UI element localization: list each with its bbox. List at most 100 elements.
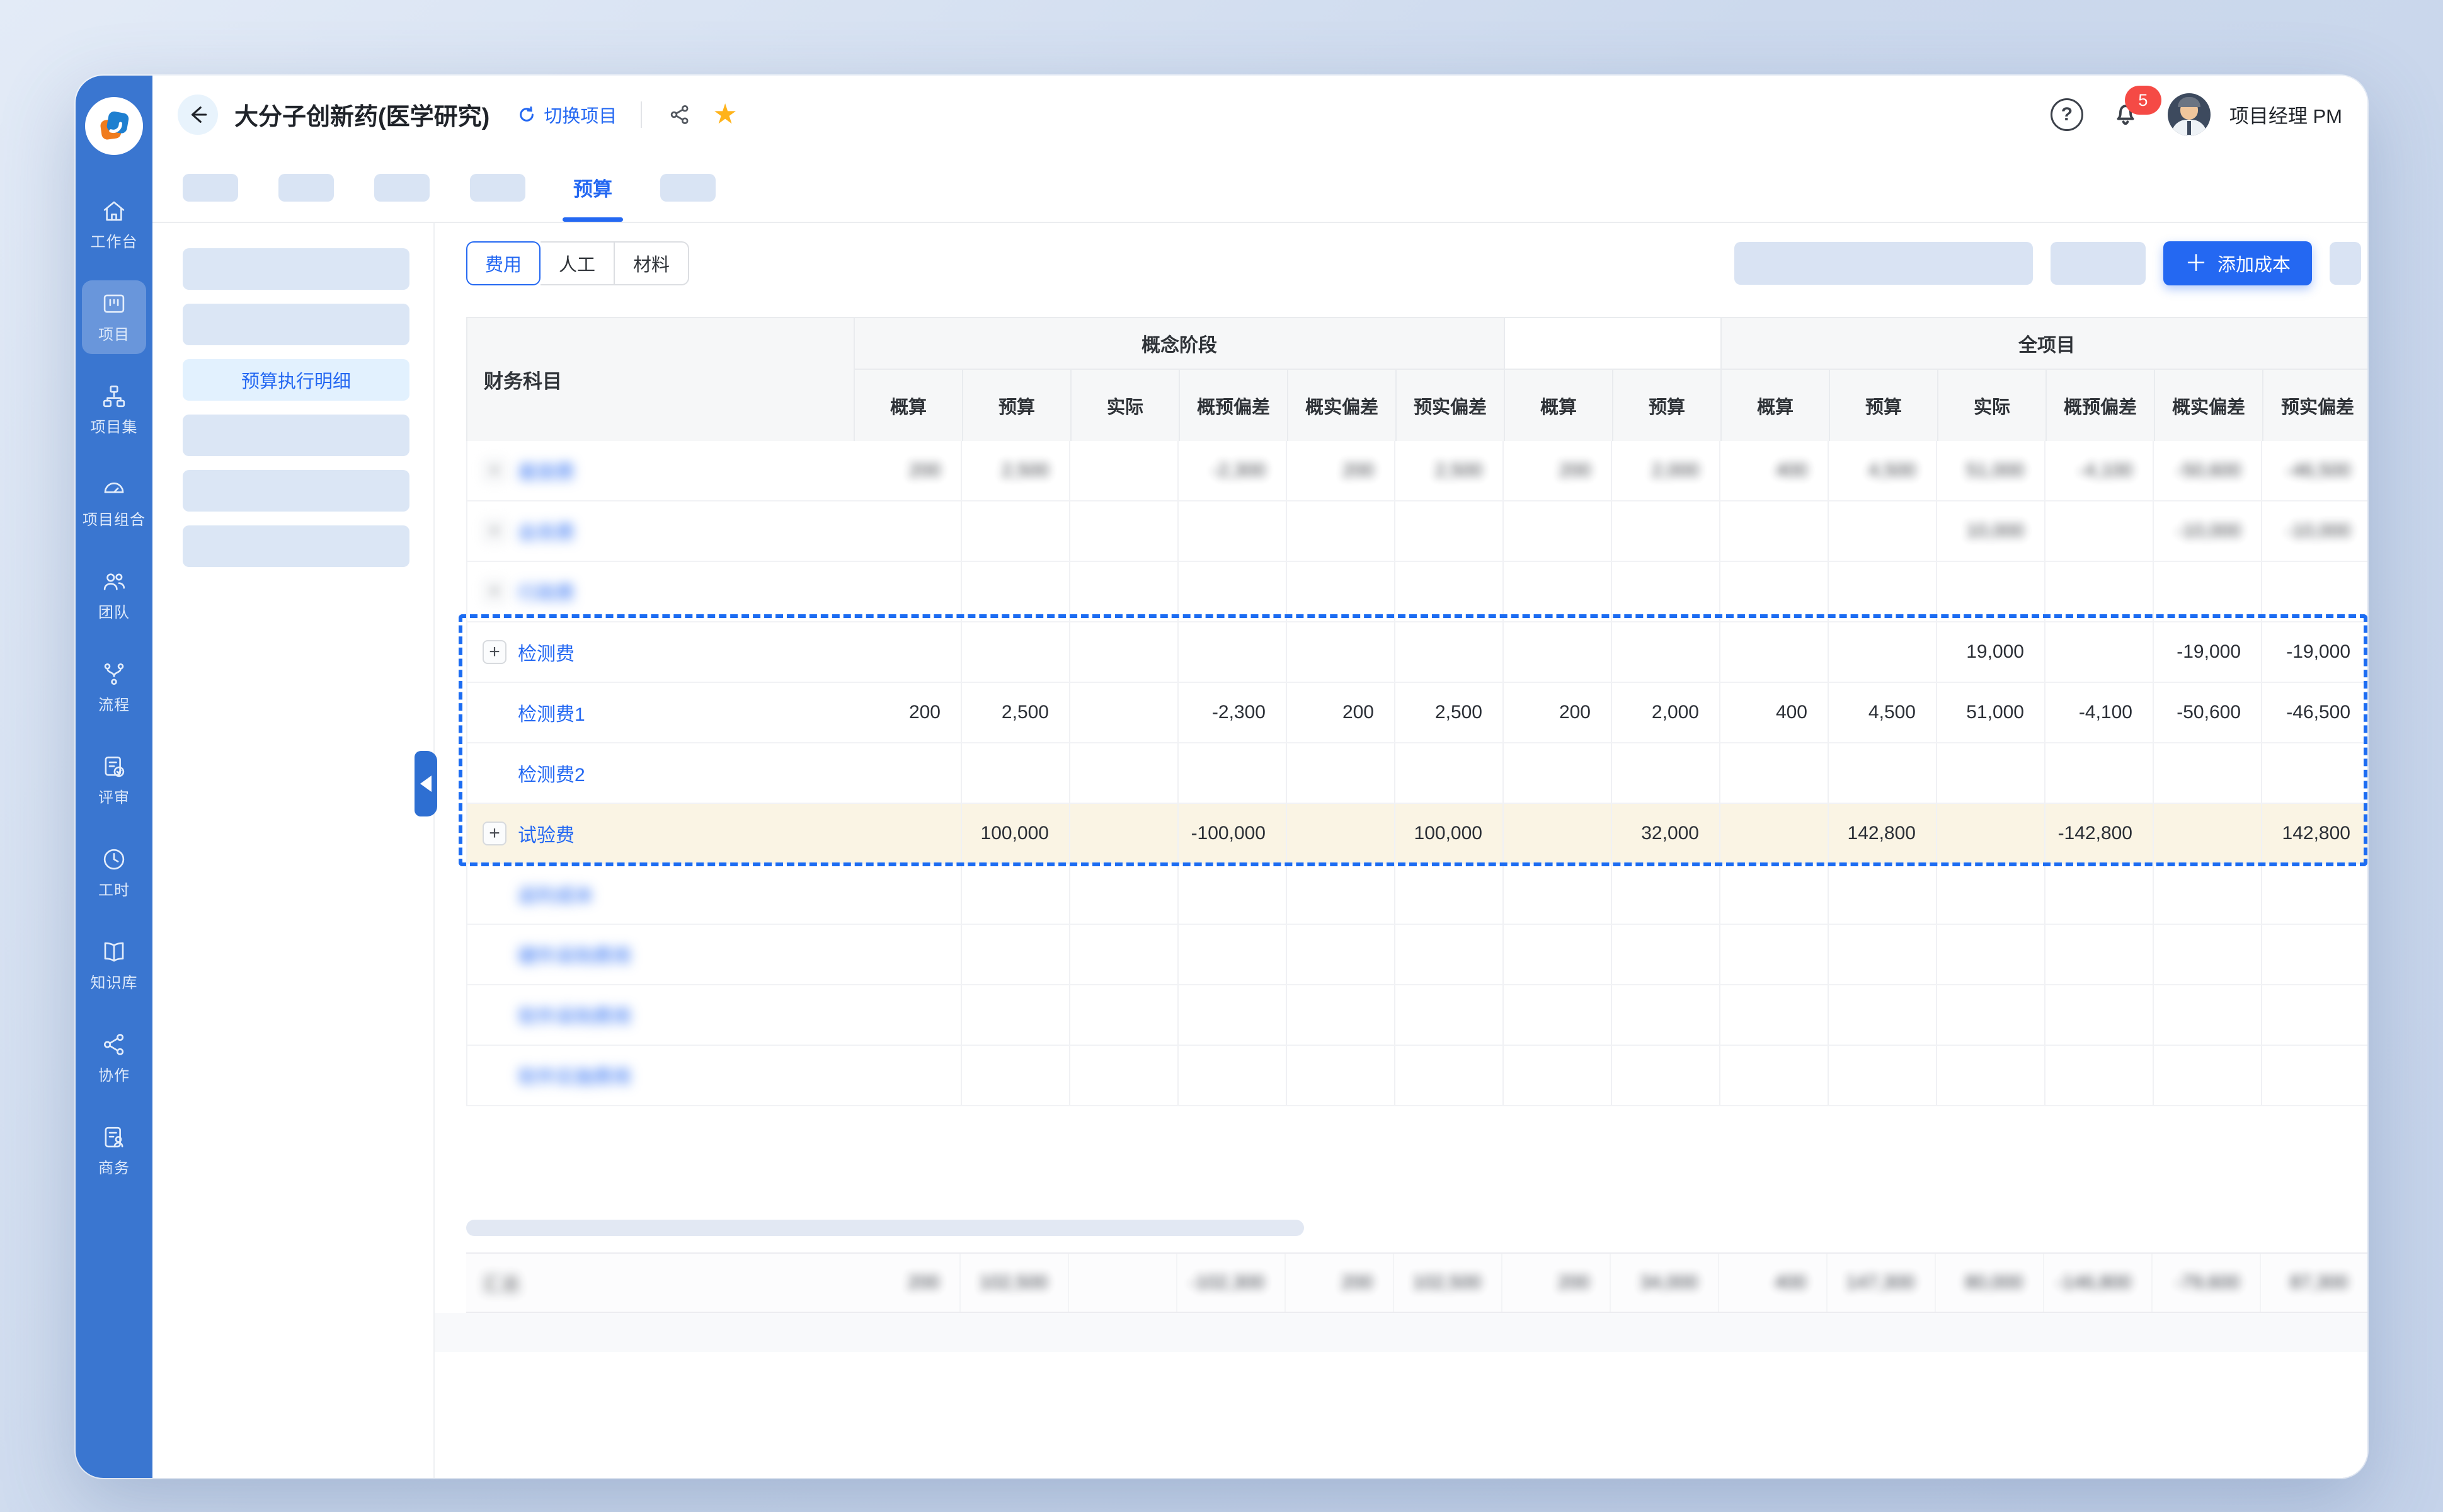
finance-subject-link[interactable]: 软件实施费用: [518, 1062, 631, 1089]
nav-tab-placeholder-2[interactable]: [374, 174, 430, 202]
table-cell: [2262, 925, 2367, 984]
panel-item-placeholder-1[interactable]: [183, 304, 409, 345]
sidebar-item-团队[interactable]: 团队: [82, 558, 146, 632]
finance-subject-link[interactable]: 会务费: [518, 517, 575, 545]
table-cell: [2045, 622, 2154, 682]
table-cell: [1720, 985, 1829, 1045]
sidebar-item-项目[interactable]: 项目: [82, 280, 146, 354]
table-cell: [962, 622, 1070, 682]
footer-strip: [435, 1313, 2367, 1352]
switch-project-button[interactable]: 切换项目: [517, 101, 617, 128]
finance-subject-link[interactable]: 检测费: [518, 638, 575, 666]
nav-tab-placeholder-0[interactable]: [183, 174, 238, 202]
table-cell: [1287, 622, 1395, 682]
notifications-bell-icon[interactable]: 5: [2111, 98, 2140, 130]
nav-tab-placeholder-3[interactable]: [470, 174, 525, 202]
share-icon[interactable]: [666, 101, 694, 129]
search-input-placeholder[interactable]: [1734, 242, 2033, 285]
favorite-star-icon[interactable]: ★: [712, 101, 737, 129]
user-avatar[interactable]: [2168, 93, 2211, 136]
sidebar-item-工作台[interactable]: 工作台: [82, 188, 146, 261]
horizontal-scrollbar[interactable]: [466, 1220, 1304, 1236]
header-group-概念阶段: 概念阶段: [855, 318, 1505, 369]
sidebar-item-商务[interactable]: 商务: [82, 1114, 146, 1188]
finance-subject-link[interactable]: 硬件采购费用: [518, 941, 631, 968]
collapse-panel-handle[interactable]: [415, 751, 437, 816]
table-cell: [2262, 985, 2367, 1045]
finance-subject-link[interactable]: 试验费: [518, 820, 575, 847]
table-cell: 19,000: [1937, 622, 2045, 682]
row-label-cell: 软件实施费用: [467, 1046, 854, 1105]
sidebar: 工作台项目项目集项目组合团队流程评审工时知识库协作商务: [76, 76, 152, 1478]
filter-control-placeholder[interactable]: [2051, 242, 2146, 285]
add-cost-button[interactable]: ＋ 添加成本: [2163, 241, 2312, 285]
sidebar-item-工时[interactable]: 工时: [82, 836, 146, 910]
table-cell: [1612, 501, 1720, 561]
user-name[interactable]: 项目经理 PM: [2229, 100, 2342, 129]
sidebar-item-label: 流程: [98, 692, 130, 714]
project-nav-tabs: 预算: [152, 153, 2367, 223]
table-cell: [1937, 1046, 2045, 1105]
panel-item-placeholder-4[interactable]: [183, 470, 409, 512]
table-cell: 10,000: [1937, 501, 2045, 561]
panel-item-placeholder-3[interactable]: [183, 415, 409, 456]
table-cell: [2154, 864, 2262, 924]
finance-subject-link[interactable]: 差旅费: [518, 457, 575, 484]
expand-row-button[interactable]: +: [483, 580, 506, 604]
table-cell: [1070, 925, 1179, 984]
sidebar-item-知识库[interactable]: 知识库: [82, 929, 146, 1002]
sidebar-item-label: 商务: [98, 1155, 130, 1177]
sidebar-item-label: 协作: [98, 1063, 130, 1085]
business-icon: [101, 1124, 127, 1150]
help-icon[interactable]: ?: [2051, 98, 2083, 131]
table-cell: -100,000: [1179, 804, 1287, 863]
nav-tab-placeholder-5[interactable]: [660, 174, 716, 202]
finance-subject-link[interactable]: 行政费: [518, 578, 575, 605]
expand-row-button[interactable]: +: [483, 640, 506, 664]
table-body: +差旅费2002,500-2,3002002,5002002,0004004,5…: [466, 441, 2367, 1106]
table-cell: [1070, 501, 1179, 561]
summary-cell: 400: [1719, 1254, 1828, 1312]
sidebar-item-label: 评审: [98, 785, 130, 807]
summary-cell: 102,500: [1394, 1254, 1502, 1312]
cost-tab-人工[interactable]: 人工: [541, 241, 615, 285]
finance-subject-link[interactable]: 返利成本: [518, 880, 593, 908]
nav-tab-budget[interactable]: 预算: [566, 153, 620, 222]
app-logo-icon[interactable]: [85, 97, 143, 155]
table-cell: [2045, 501, 2154, 561]
finance-subject-link[interactable]: 检测费1: [518, 699, 585, 726]
cost-tab-材料[interactable]: 材料: [615, 241, 689, 285]
sidebar-item-项目组合[interactable]: 项目组合: [82, 466, 146, 539]
table-cell: [1720, 864, 1829, 924]
sidebar-item-协作[interactable]: 协作: [82, 1021, 146, 1095]
table-cell: [1937, 804, 2045, 863]
panel-item-placeholder-5[interactable]: [183, 525, 409, 567]
panel-item-placeholder-0[interactable]: [183, 248, 409, 290]
more-actions-placeholder[interactable]: [2330, 242, 2361, 285]
sidebar-item-评审[interactable]: 评审: [82, 743, 146, 817]
table-cell: [1179, 864, 1287, 924]
expand-row-button[interactable]: +: [483, 519, 506, 543]
panel-item-budget-execution-detail[interactable]: 预算执行明细: [183, 359, 409, 401]
table-cell: [962, 743, 1070, 803]
table-cell: [2154, 925, 2262, 984]
table-cell: [1179, 562, 1287, 621]
expand-row-button[interactable]: +: [483, 459, 506, 483]
finance-subject-link[interactable]: 软件采购费用: [518, 1001, 631, 1029]
sidebar-item-项目集[interactable]: 项目集: [82, 373, 146, 447]
table-cell: [1612, 622, 1720, 682]
sidebar-item-label: 项目组合: [83, 507, 146, 529]
table-cell: -10,000: [2262, 501, 2367, 561]
cost-tab-费用[interactable]: 费用: [466, 241, 541, 285]
nav-tab-placeholder-1[interactable]: [278, 174, 334, 202]
finance-subject-link[interactable]: 检测费2: [518, 759, 585, 787]
expand-row-button[interactable]: +: [483, 822, 506, 845]
table-row-硬件采购费用: 硬件采购费用: [467, 925, 2367, 985]
sidebar-item-流程[interactable]: 流程: [82, 651, 146, 724]
table-cell: [1287, 743, 1395, 803]
back-button[interactable]: [178, 94, 218, 135]
finance-subject-header: 财务科目: [467, 318, 855, 441]
table-cell: [1937, 864, 2045, 924]
table-cell: [1504, 1046, 1612, 1105]
table-cell: [1287, 1046, 1395, 1105]
